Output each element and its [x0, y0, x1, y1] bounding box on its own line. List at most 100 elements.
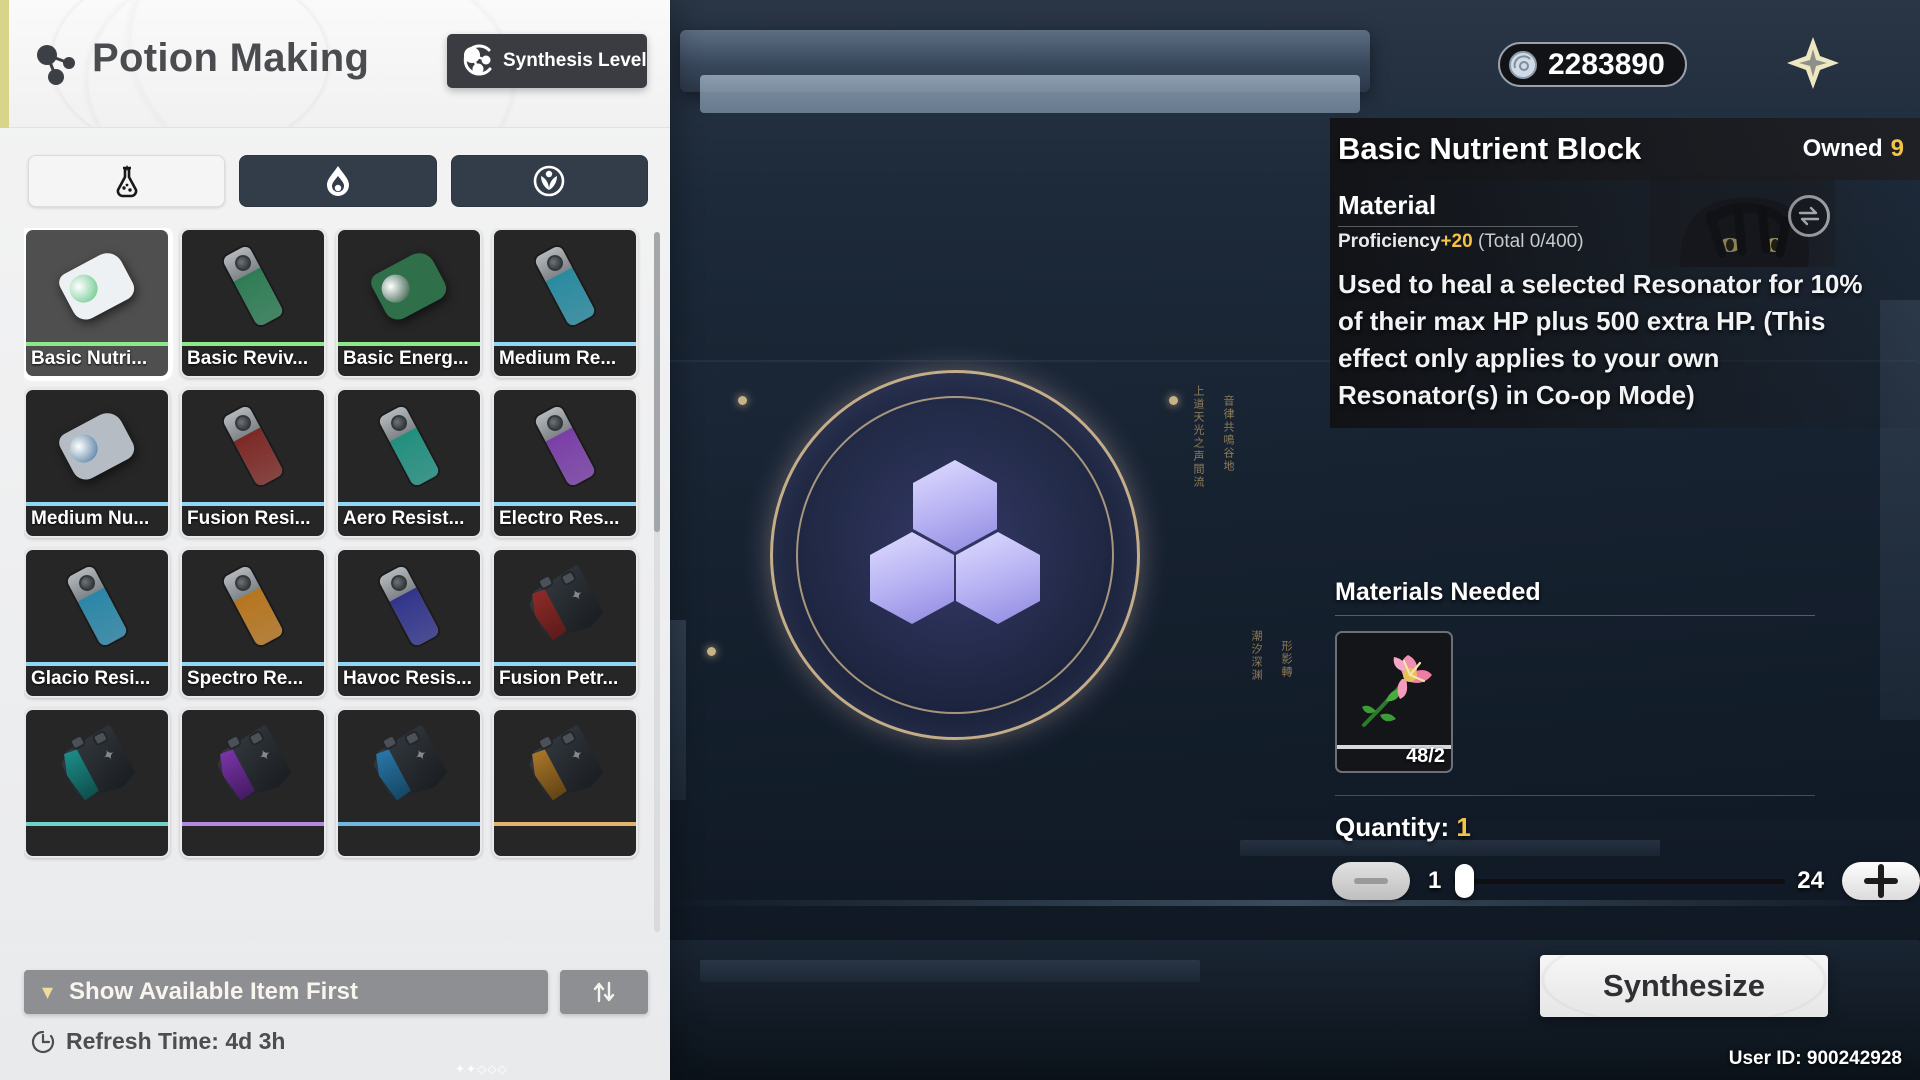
slider-min-label: 1: [1428, 867, 1442, 894]
grid-item[interactable]: Basic Reviv...: [180, 228, 326, 378]
owned-label: Owned: [1802, 135, 1883, 162]
grid-item[interactable]: Electro Res...: [492, 388, 638, 538]
slider-knob[interactable]: [1455, 864, 1475, 898]
grid-item[interactable]: ✦ Fusion Petr...: [492, 548, 638, 698]
molecule-icon: [36, 44, 82, 86]
quantity-minus-button[interactable]: [1332, 862, 1410, 900]
grid-item[interactable]: Fusion Resi...: [180, 388, 326, 538]
detail-description: Used to heal a selected Resonator for 10…: [1338, 269, 1863, 410]
quantity-controls: 1 24: [1332, 858, 1920, 904]
user-id: User ID: 900242928: [1728, 1048, 1902, 1069]
sprout-orb-icon: [534, 165, 565, 197]
detail-header: Basic Nutrient Block Owned 9: [1330, 118, 1920, 180]
synthesis-level-badge[interactable]: Synthesis Level: [447, 34, 647, 88]
scene-glyphs-right-4: 形影轉: [1280, 640, 1293, 679]
scene-rail-2: [700, 960, 1200, 982]
tab-potion[interactable]: [28, 155, 226, 207]
detail-type: Material: [1338, 190, 1437, 220]
grid-item[interactable]: Basic Nutri...: [24, 228, 170, 378]
show-available-first-button[interactable]: ▾ Show Available Item First: [24, 970, 548, 1014]
sort-button[interactable]: [560, 970, 648, 1014]
chevron-down-icon: ▾: [42, 979, 54, 1004]
grid-item-art: ✦: [26, 710, 168, 822]
close-star-icon[interactable]: [1783, 33, 1843, 93]
grid-item-art: ✦: [494, 550, 636, 662]
accent-bar: [0, 0, 9, 128]
grid-item-art: [182, 390, 324, 502]
grid-item-art: [26, 390, 168, 502]
synthesis-magic-circle: [742, 342, 1168, 768]
proficiency-gain: +20: [1440, 231, 1473, 252]
tab-special[interactable]: [450, 155, 648, 207]
material-count: 48/2: [1406, 745, 1445, 767]
grid-item-label: Glacio Resi...: [31, 668, 151, 689]
grid-item[interactable]: ✦: [180, 708, 326, 858]
flask-icon: [116, 165, 138, 198]
grid-item[interactable]: ✦: [336, 708, 482, 858]
grid-item-label: [494, 822, 636, 856]
slider-rail: [1453, 878, 1786, 884]
synthesize-button[interactable]: Synthesize: [1540, 955, 1828, 1017]
grid-item-label: Havoc Resis...: [343, 668, 472, 689]
item-grid[interactable]: Basic Nutri... Basic Reviv... Basic Energ…: [24, 228, 652, 942]
plus-icon: [1864, 864, 1898, 898]
grid-item-label: [182, 822, 324, 856]
proficiency-line: Proficiency+20 (Total 0/400): [1338, 231, 1904, 253]
scene-marker-b: [1169, 396, 1178, 405]
grid-item-label: Basic Energ...: [343, 348, 469, 369]
grid-item[interactable]: Aero Resist...: [336, 388, 482, 538]
grid-item[interactable]: Havoc Resis...: [336, 548, 482, 698]
grid-item[interactable]: Basic Energ...: [336, 228, 482, 378]
quantity-value: 1: [1456, 812, 1471, 842]
scene-glyphs-right-2: 音律共鳴谷地: [1222, 395, 1235, 473]
materials-bottom-divider: [1335, 795, 1815, 796]
grid-item-art: [338, 390, 480, 502]
minus-icon: [1354, 878, 1388, 884]
grid-item-art: ✦: [182, 710, 324, 822]
quantity-slider[interactable]: [1453, 864, 1786, 898]
grid-item[interactable]: Medium Re...: [492, 228, 638, 378]
synthesis-level-label: Synthesis Level: [503, 50, 647, 71]
owned-value: 9: [1890, 135, 1904, 162]
show-available-first-label: Show Available Item First: [69, 978, 359, 1005]
grid-scrollbar-thumb[interactable]: [654, 232, 660, 532]
grid-item-art: [338, 550, 480, 662]
molecule-icon: [463, 44, 492, 76]
quantity-plus-button[interactable]: [1842, 862, 1920, 900]
grid-item-art: [338, 230, 480, 342]
item-detail-panel: Basic Nutrient Block Owned 9 Material Pro…: [1330, 118, 1920, 428]
grid-item-art: ✦: [494, 710, 636, 822]
quantity-label-text: Quantity:: [1335, 812, 1450, 842]
synthesize-label: Synthesize: [1603, 968, 1765, 1003]
grid-item-art: [182, 230, 324, 342]
grid-item-label: Electro Res...: [499, 508, 620, 529]
sort-updown-icon: [593, 981, 615, 1003]
grid-item-label: Fusion Petr...: [499, 668, 619, 689]
grid-item[interactable]: ✦: [492, 708, 638, 858]
grid-item-label: [26, 822, 168, 856]
grid-item-label: [338, 822, 480, 856]
detail-divider: [1338, 226, 1578, 227]
scene-marker-a: [738, 396, 747, 405]
tab-elixir[interactable]: [239, 155, 437, 207]
grid-item-label: Basic Reviv...: [187, 348, 309, 369]
scene-machine-glass: [700, 75, 1360, 113]
grid-item[interactable]: Glacio Resi...: [24, 548, 170, 698]
grid-item-label: Spectro Re...: [187, 668, 304, 689]
clock-icon: [31, 1030, 55, 1053]
grid-item-label: Aero Resist...: [343, 508, 465, 529]
currency-badge[interactable]: 2283890: [1498, 42, 1687, 87]
grid-item-art: [494, 390, 636, 502]
quantity-label: Quantity: 1: [1335, 812, 1471, 843]
grid-item-art: [182, 550, 324, 662]
circle-inner-ring: [796, 396, 1114, 714]
flame-drop-icon: [326, 166, 349, 196]
material-card[interactable]: 48/2: [1335, 631, 1453, 773]
owned-count: Owned 9: [1803, 135, 1904, 163]
grid-item[interactable]: ✦: [24, 708, 170, 858]
scene-glyphs-right: 上道天光之声間流: [1192, 385, 1205, 489]
grid-item[interactable]: Medium Nu...: [24, 388, 170, 538]
scene-glyphs-right-3: 潮汐深渊: [1250, 630, 1263, 682]
grid-item[interactable]: Spectro Re...: [180, 548, 326, 698]
shell-credit-icon: [1509, 50, 1537, 79]
